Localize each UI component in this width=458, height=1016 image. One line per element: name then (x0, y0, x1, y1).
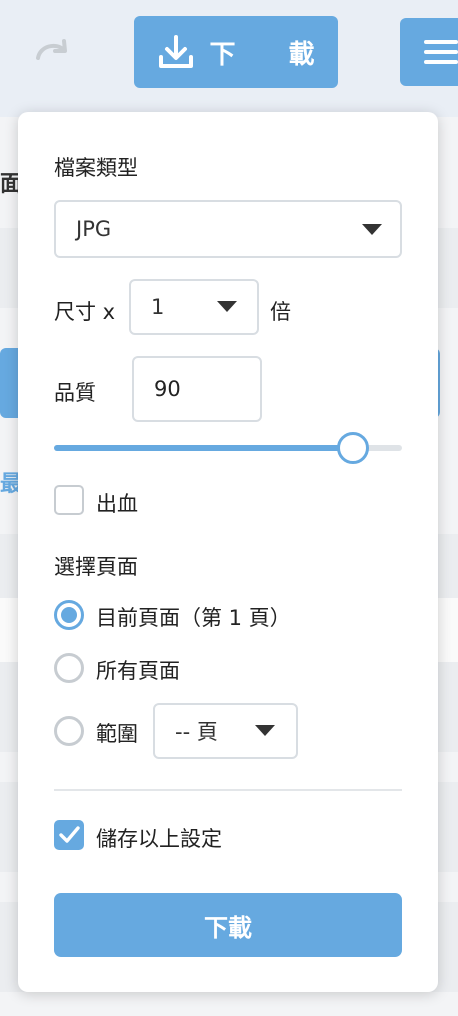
file-type-value: JPG (76, 217, 112, 241)
quality-slider[interactable] (54, 432, 402, 464)
download-options-panel: 檔案類型 JPG 尺寸 x 1 倍 品質 90 出血 選擇頁面 目前頁面（第 1… (18, 112, 438, 992)
toolbar-download-button[interactable]: 下 載 (134, 16, 338, 88)
size-multiplier-select[interactable]: 1 (129, 279, 259, 335)
radio-all-pages[interactable] (54, 653, 84, 683)
file-type-select[interactable]: JPG (54, 200, 402, 258)
size-multiplier-value: 1 (151, 295, 165, 319)
quality-input[interactable]: 90 (132, 356, 262, 422)
download-submit-label: 下載 (204, 913, 252, 942)
chevron-down-icon (362, 224, 382, 235)
select-pages-label: 選擇頁面 (54, 555, 138, 579)
current-page-label: 目前頁面（第 1 頁） (96, 606, 291, 630)
page-range-value: -- 頁 (175, 720, 218, 744)
quality-value: 90 (154, 377, 181, 401)
chevron-down-icon (217, 301, 237, 312)
size-suffix-label: 倍 (270, 300, 291, 324)
download-icon (159, 35, 194, 68)
radio-page-range[interactable] (54, 716, 84, 746)
bleed-label: 出血 (96, 492, 138, 516)
page-range-label: 範圍 (96, 722, 138, 746)
bleed-checkbox[interactable] (54, 485, 84, 515)
all-pages-label: 所有頁面 (96, 659, 180, 683)
check-icon (59, 826, 80, 843)
divider (54, 789, 402, 791)
top-toolbar: 下 載 (0, 0, 458, 117)
chevron-down-icon (255, 725, 275, 736)
toolbar-download-label: 下 載 (209, 39, 337, 70)
save-settings-checkbox[interactable] (54, 820, 84, 850)
radio-current-page[interactable] (54, 600, 84, 630)
download-submit-button[interactable]: 下載 (54, 893, 402, 957)
page-range-select[interactable]: -- 頁 (153, 703, 298, 759)
menu-icon (424, 40, 458, 44)
size-prefix-label: 尺寸 x (54, 300, 116, 324)
quality-slider-fill (54, 445, 354, 451)
quality-slider-thumb[interactable] (337, 432, 370, 464)
quality-label: 品質 (54, 381, 96, 405)
redo-icon[interactable] (34, 36, 70, 64)
menu-button[interactable] (400, 18, 458, 86)
save-settings-label: 儲存以上設定 (96, 827, 222, 851)
file-type-label: 檔案類型 (54, 156, 138, 180)
